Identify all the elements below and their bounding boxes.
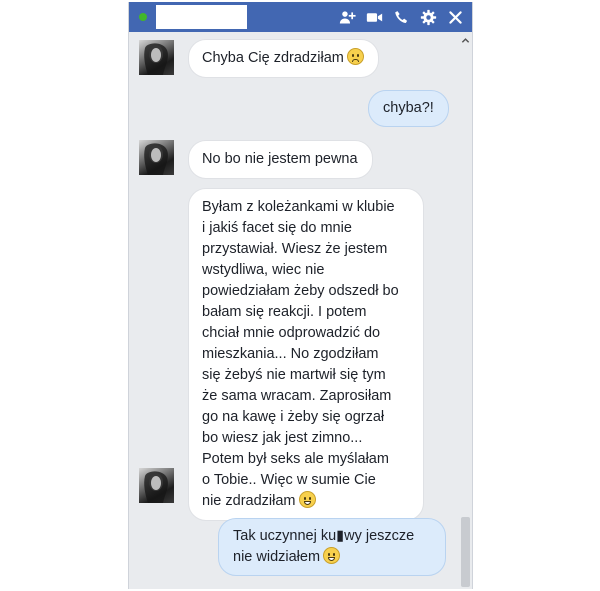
message-line: że sama wracam. Zaprosiłam (202, 388, 392, 404)
message-line: mieszkania... No zgodziłam (202, 346, 379, 362)
message-line: Byłam z koleżankami w klubie (202, 199, 395, 215)
gear-icon[interactable] (419, 8, 437, 26)
message-line: powiedziałam żeby odszedł bo (202, 283, 399, 299)
message-line: chciał mnie odprowadzić do (202, 325, 381, 341)
message-text: chyba?! (383, 100, 434, 116)
titlebar-actions (338, 2, 464, 32)
message-text: nie widziałem (233, 549, 321, 565)
message-bubble-incoming: Chyba Cię zdradziłam (188, 39, 379, 78)
message-text: No bo nie jestem pewna (202, 151, 358, 167)
add-person-icon[interactable] (338, 8, 356, 26)
grin-emoji-icon (298, 491, 316, 508)
scrollbar-thumb[interactable] (461, 517, 470, 587)
message-thread[interactable]: Chyba Cię zdradziłam chyba?! No bo nie j… (129, 32, 459, 589)
message-text: Chyba Cię zdradziłam (202, 50, 344, 66)
message-line: Potem był seks ale myślałam (202, 451, 389, 467)
message-line: nie zdradziłam (202, 491, 409, 512)
message-line: bo wiesz jak jest zimno... (202, 430, 363, 446)
message-bubble-outgoing: chyba?! (368, 90, 449, 127)
contact-name-redacted[interactable] (156, 5, 247, 29)
message-line: przystawiał. Wiesz że jestem (202, 241, 388, 257)
message-line: nie widziałem (233, 547, 431, 568)
video-call-icon[interactable] (365, 8, 383, 26)
message-line: bałam się reakcji. I potem (202, 304, 367, 320)
chat-window: Chyba Cię zdradziłam chyba?! No bo nie j… (128, 2, 473, 589)
message-line: i jakiś facet się do mnie (202, 220, 352, 236)
message-bubble-outgoing: Tak uczynnej ku▮wy jeszcze nie widziałem (218, 518, 446, 576)
close-icon[interactable] (446, 8, 464, 26)
frown-emoji-icon (346, 48, 364, 65)
contact-avatar[interactable] (139, 40, 174, 75)
scrollbar[interactable] (459, 32, 472, 589)
message-text: nie zdradziłam (202, 493, 296, 509)
contact-avatar[interactable] (139, 140, 174, 175)
message-line: się żebyś nie martwił się tym (202, 367, 386, 383)
message-bubble-incoming: No bo nie jestem pewna (188, 140, 373, 179)
contact-avatar[interactable] (139, 468, 174, 503)
message-line: o Tobie.. Więc w sumie Cie (202, 472, 376, 488)
phone-icon[interactable] (392, 8, 410, 26)
online-status-dot (139, 13, 147, 21)
message-line: Tak uczynnej ku▮wy jeszcze (233, 528, 415, 544)
message-bubble-incoming: Byłam z koleżankami w klubie i jakiś fac… (188, 188, 424, 521)
grin-emoji-icon (323, 547, 341, 564)
message-line: go na kawę i żeby się ogrzał (202, 409, 385, 425)
chat-titlebar[interactable] (129, 2, 472, 32)
chevron-up-icon[interactable] (461, 36, 470, 45)
message-line: wstydliwa, wiec nie (202, 262, 325, 278)
